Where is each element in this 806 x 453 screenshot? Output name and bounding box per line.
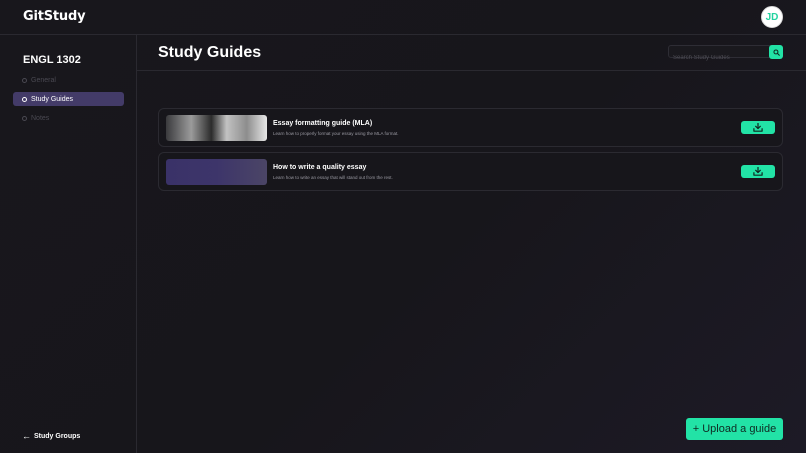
guide-title: Essay formatting guide (MLA) bbox=[273, 120, 373, 127]
search-input[interactable] bbox=[669, 52, 782, 64]
user-avatar[interactable]: JD bbox=[761, 6, 783, 28]
circle-icon bbox=[22, 77, 27, 83]
guide-description: Learn how to write an essay that will st… bbox=[273, 175, 393, 180]
sidebar-item-general[interactable]: General bbox=[13, 73, 124, 87]
app-root: GitStudy JD ENGL 1302 General Study Guid… bbox=[0, 0, 806, 453]
back-link-label: Study Groups bbox=[34, 433, 81, 440]
guide-card[interactable]: How to write a quality essay Learn how t… bbox=[158, 152, 783, 191]
guide-thumbnail bbox=[166, 115, 267, 141]
upload-guide-button[interactable]: + Upload a guide bbox=[686, 418, 783, 440]
guide-description: Learn how to properly format your essay … bbox=[273, 131, 399, 136]
sidebar-item-label: Notes bbox=[31, 114, 50, 122]
avatar-initials: JD bbox=[765, 11, 779, 23]
sidebar: ENGL 1302 General Study Guides Notes ← S… bbox=[0, 35, 137, 453]
main-header: Study Guides bbox=[137, 35, 806, 71]
circle-icon bbox=[22, 115, 27, 121]
course-title: ENGL 1302 bbox=[23, 54, 81, 66]
arrow-left-icon: ← bbox=[22, 431, 31, 441]
search-button[interactable] bbox=[769, 45, 783, 59]
sidebar-item-study-guides[interactable]: Study Guides bbox=[13, 92, 124, 106]
guide-title: How to write a quality essay bbox=[273, 164, 367, 171]
sidebar-item-label: General bbox=[31, 76, 56, 84]
sidebar-item-notes[interactable]: Notes bbox=[13, 111, 124, 125]
page-title: Study Guides bbox=[158, 44, 262, 61]
search-box bbox=[668, 45, 783, 64]
download-button[interactable] bbox=[741, 165, 775, 178]
download-button[interactable] bbox=[741, 121, 775, 134]
circle-icon bbox=[22, 96, 27, 102]
download-icon bbox=[753, 167, 763, 176]
guide-card[interactable]: Essay formatting guide (MLA) Learn how t… bbox=[158, 108, 783, 147]
app-logo[interactable]: GitStudy bbox=[23, 9, 86, 24]
download-icon bbox=[753, 123, 763, 132]
top-bar: GitStudy JD bbox=[0, 0, 806, 35]
sidebar-item-label: Study Guides bbox=[31, 95, 74, 103]
guide-thumbnail bbox=[166, 159, 267, 185]
back-to-study-groups-link[interactable]: ← Study Groups bbox=[22, 431, 81, 441]
search-icon bbox=[772, 48, 780, 56]
